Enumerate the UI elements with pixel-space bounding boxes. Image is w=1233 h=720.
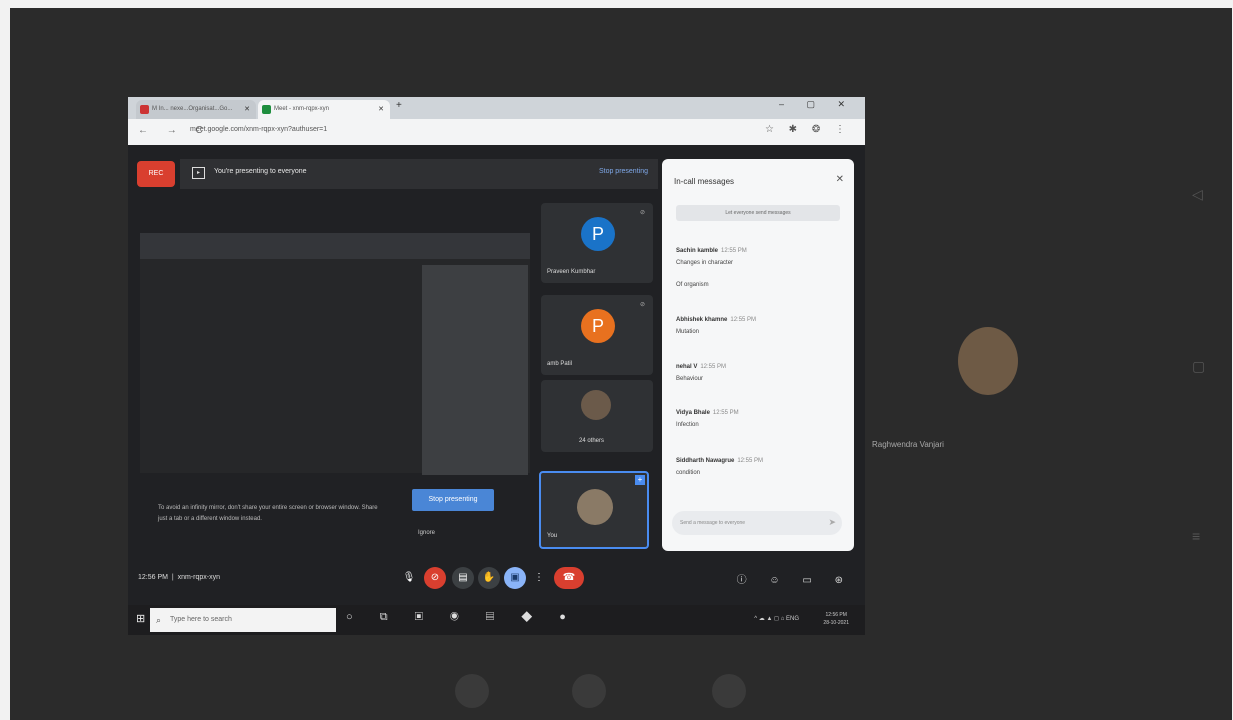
captions-icon[interactable]: ▤: [452, 567, 474, 589]
self-tile[interactable]: + You: [539, 471, 649, 549]
tab-gmail[interactable]: M In... nexe...Organisat...Go... ✕: [136, 100, 256, 119]
avatar: [577, 489, 613, 525]
message-text: Changes in character: [676, 260, 734, 266]
message-time: 12:55 PM: [700, 364, 727, 370]
recording-badge: REC: [137, 161, 175, 187]
chat-message: Sachin kamble 12:55 PM Changes in charact…: [676, 245, 747, 269]
end-call-icon[interactable]: ☎: [554, 567, 584, 589]
tab-meet[interactable]: Meet - xnm-rqpx-xyn ✕: [258, 100, 390, 119]
message-sender: Sachin kamble: [676, 248, 719, 254]
time-text: 12:56 PM: [138, 574, 168, 581]
message-sender: Abhishek khamne: [676, 317, 728, 323]
phone-nav-button[interactable]: [712, 674, 746, 708]
message-time: 12:55 PM: [712, 410, 739, 416]
chat-panel: In-call messages ✕ Let everyone send mes…: [662, 159, 854, 551]
message-time: 12:55 PM: [730, 317, 757, 323]
more-options-icon[interactable]: ⋮: [528, 567, 550, 589]
remote-participant-avatar: [958, 327, 1018, 395]
window-controls[interactable]: – ▢ ✕: [779, 99, 855, 110]
send-icon[interactable]: ➤: [828, 517, 836, 528]
chat-message: Vidya Bhale 12:55 PM Infection: [676, 407, 739, 431]
message-text: Of organism: [676, 282, 709, 288]
right-controls[interactable]: ⓘ ☺ ▭ ⊛: [737, 571, 853, 586]
meeting-code: xnm-rqpx-xyn: [177, 574, 220, 581]
others-count: 24 others: [579, 438, 605, 444]
url-field[interactable]: meet.google.com/xnm-rqpx-xyn?authuser=1: [190, 126, 327, 133]
share-icon[interactable]: ◁: [1192, 186, 1203, 203]
presenting-bar: ▸ You're presenting to everyone Stop pre…: [180, 159, 658, 189]
system-tray[interactable]: ^ ☁ ▲ ◻ ⌂ ENG: [754, 615, 799, 622]
presenting-text: You're presenting to everyone: [214, 168, 307, 175]
new-tab-button[interactable]: +: [396, 100, 402, 111]
tab-bar: M In... nexe...Organisat...Go... ✕ Meet …: [128, 97, 865, 119]
infinity-mirror-tip: To avoid an infinity mirror, don't share…: [158, 505, 378, 522]
pin-icon[interactable]: +: [635, 475, 645, 485]
chat-message-input[interactable]: Send a message to everyone: [672, 511, 842, 535]
message-time: 12:55 PM: [737, 458, 764, 464]
browser-window: M In... nexe...Organisat...Go... ✕ Meet …: [128, 97, 865, 145]
others-tile[interactable]: 24 others: [541, 380, 653, 452]
windows-taskbar: ⊞ ⌕ Type here to search ○ ⧉ ▣ ◉ ▤ ◆ ● ^ …: [128, 605, 865, 635]
search-icon: ⌕: [156, 615, 162, 625]
chat-permission-toggle[interactable]: Let everyone send messages: [676, 205, 840, 221]
clock-date: 28-10-2021: [823, 620, 849, 626]
gmail-icon: [140, 105, 149, 114]
chat-message: Of organism: [676, 279, 709, 291]
ignore-button[interactable]: Ignore: [418, 530, 435, 536]
square-icon[interactable]: ▢: [1192, 358, 1205, 375]
message-text: condition: [676, 470, 701, 476]
raise-hand-icon[interactable]: ✋: [478, 567, 500, 589]
search-placeholder: Type here to search: [170, 616, 232, 623]
menu-icon[interactable]: ≡: [1192, 528, 1200, 544]
participant-tile[interactable]: ⊘ P amb Patil: [541, 295, 653, 375]
participant-name: Praveen Kumbhar: [547, 269, 596, 275]
avatar: P: [581, 309, 615, 343]
chat-message: nehal V 12:55 PM Behaviour: [676, 361, 726, 385]
present-icon[interactable]: ▣: [504, 567, 526, 589]
message-sender: Vidya Bhale: [676, 410, 710, 416]
close-tab-icon[interactable]: ✕: [378, 100, 384, 119]
tab-label: Meet - xnm-rqpx-xyn: [274, 106, 330, 112]
participant-name: amb Patil: [547, 361, 573, 367]
phone-nav-button[interactable]: [572, 674, 606, 708]
close-icon[interactable]: ✕: [836, 174, 844, 185]
avatar: P: [581, 217, 615, 251]
avatar: [581, 390, 611, 420]
message-text: Behaviour: [676, 376, 704, 382]
message-time: 12:55 PM: [721, 248, 747, 254]
mic-icon[interactable]: 🎙: [398, 567, 420, 589]
phone-nav-button[interactable]: [455, 674, 489, 708]
chat-title: In-call messages: [674, 177, 735, 186]
shared-screen-preview: [140, 233, 530, 475]
chat-message: Siddharth Nawagrue 12:55 PM condition: [676, 455, 763, 479]
camera-off-icon[interactable]: ⊘: [424, 567, 446, 589]
tab-label: M In... nexe...Organisat...Go...: [152, 106, 233, 112]
mic-off-icon: ⊘: [639, 210, 645, 216]
taskbar-app-icons[interactable]: ○ ⧉ ▣ ◉ ▤ ◆ ●: [346, 611, 578, 624]
address-bar: ← → C meet.google.com/xnm-rqpx-xyn?authu…: [128, 119, 865, 145]
present-icon: ▸: [192, 167, 205, 179]
chat-message: Abhishek khamne 12:55 PM Mutation: [676, 314, 756, 338]
stop-presenting-link[interactable]: Stop presenting: [599, 168, 648, 175]
stop-presenting-button[interactable]: Stop presenting: [412, 489, 494, 511]
address-bar-icons[interactable]: ☆ ✱ ❂ ⋮: [765, 124, 851, 135]
message-sender: Siddharth Nawagrue: [676, 458, 735, 464]
shared-screen-band: [140, 233, 530, 259]
clock-time: 12:56 PM: [825, 612, 847, 618]
meeting-time: 12:56 PM | xnm-rqpx-xyn: [138, 574, 220, 581]
message-text: Infection: [676, 422, 699, 428]
message-text: Mutation: [676, 329, 700, 335]
taskbar-search-input[interactable]: ⌕ Type here to search: [150, 608, 336, 632]
self-name: You: [547, 533, 558, 539]
remote-participant-name: Raghwendra Vanjari: [872, 440, 944, 449]
mic-off-icon: ⊘: [639, 302, 645, 308]
windows-start-icon[interactable]: ⊞: [136, 612, 145, 625]
meet-icon: [262, 105, 271, 114]
shared-screen-panel: [422, 265, 528, 475]
message-sender: nehal V: [676, 364, 698, 370]
participant-tile[interactable]: ⊘ P Praveen Kumbhar: [541, 203, 653, 283]
taskbar-clock[interactable]: 12:56 PM 28-10-2021: [823, 611, 849, 627]
close-tab-icon[interactable]: ✕: [244, 100, 250, 119]
